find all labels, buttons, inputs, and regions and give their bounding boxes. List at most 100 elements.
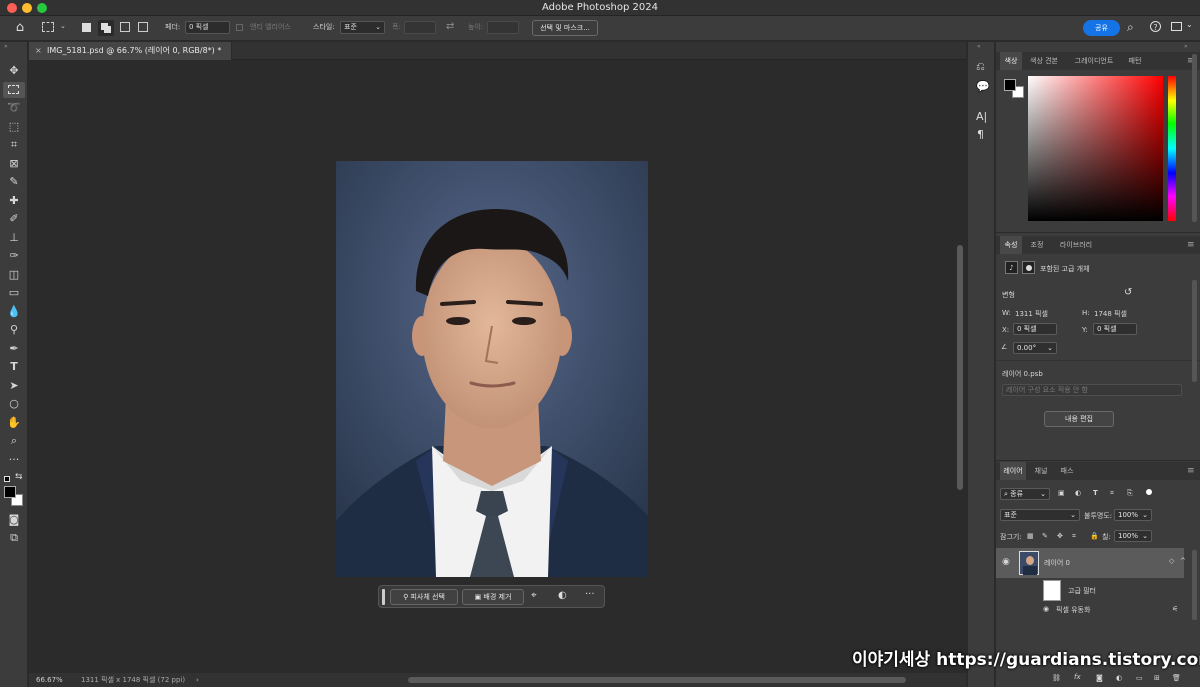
screen-mode-icon[interactable]: ⧉ [3, 530, 25, 546]
link-layers-icon[interactable]: ⛓ [1052, 674, 1061, 682]
close-tab-icon[interactable]: × [35, 42, 42, 60]
hue-slider[interactable] [1168, 76, 1176, 221]
new-adjustment-icon[interactable]: ◐ [1116, 674, 1122, 682]
x-input[interactable]: 0 픽셀 [1013, 323, 1057, 335]
home-icon[interactable]: ⌂ [12, 20, 28, 36]
blend-mode-select[interactable]: 표준 ⌄ [1000, 509, 1080, 521]
remove-background-button[interactable]: ▣ 배경 제거 [462, 589, 524, 605]
chevron-down-icon[interactable]: ⌄ [60, 22, 66, 30]
color-panel-scrollbar[interactable] [1192, 54, 1197, 222]
intersect-selection-icon[interactable] [138, 22, 148, 32]
color-field[interactable] [1028, 76, 1163, 221]
foreground-color-swatch[interactable] [4, 486, 16, 498]
lasso-tool-icon[interactable]: ➰ [3, 100, 25, 116]
quick-mask-icon[interactable]: ◙ [3, 512, 25, 528]
new-group-icon[interactable]: ▭ [1136, 674, 1143, 682]
workspace-icon[interactable] [1171, 22, 1182, 31]
filter-eye-icon[interactable]: ◉ [1043, 605, 1049, 613]
filter-kind-select[interactable]: ⌕ 종류 ⌄ [1000, 488, 1050, 500]
tab-gradients[interactable]: 그레이디언트 [1068, 52, 1120, 70]
select-and-mask-button[interactable]: 선택 및 마스크... [532, 20, 598, 36]
layer-comp-select[interactable]: 레이어 구성 요소 적용 안 함 [1002, 384, 1182, 396]
lock-pixels-icon[interactable]: ✎ [1042, 532, 1048, 540]
gradient-tool-icon[interactable]: ▭ [3, 285, 25, 301]
opacity-input[interactable]: 100% ⌄ [1114, 509, 1152, 521]
path-select-tool-icon[interactable]: ➤ [3, 378, 25, 394]
filter-toggle-icon[interactable] [1146, 489, 1152, 495]
collapse-icon[interactable]: » [4, 43, 8, 50]
layers-scrollbar[interactable] [1192, 550, 1197, 620]
lock-artboard-icon[interactable]: ⌗ [1072, 532, 1076, 541]
document-image[interactable] [336, 161, 648, 577]
lock-position-icon[interactable]: ✥ [1057, 532, 1063, 540]
adjustment-filter-icon[interactable]: ◐ [1075, 489, 1081, 497]
lock-all-icon[interactable]: 🔒 [1090, 532, 1099, 540]
tab-channels[interactable]: 채널 [1030, 462, 1052, 480]
dodge-tool-icon[interactable]: ⚲ [3, 322, 25, 338]
new-layer-icon[interactable]: ⊞ [1154, 674, 1160, 682]
help-icon[interactable]: ? [1150, 21, 1161, 32]
eraser-tool-icon[interactable]: ◫ [3, 267, 25, 283]
panel-menu-icon[interactable]: ≡ [1187, 466, 1195, 476]
layer-row[interactable]: ◉ 레이어 0 ◇ ^ [996, 548, 1186, 578]
adjustment-icon[interactable]: ◐ [558, 590, 567, 601]
marquee-tool-icon[interactable] [3, 82, 25, 98]
angle-input[interactable]: 0.00° ⌄ [1013, 342, 1057, 354]
more-tools-icon[interactable]: ··· [3, 452, 25, 468]
swap-icon[interactable]: ⇄ [446, 21, 454, 32]
clone-stamp-tool-icon[interactable]: ⊥ [3, 230, 25, 246]
vertical-scrollbar[interactable] [957, 245, 963, 490]
antialias-checkbox[interactable] [236, 24, 243, 31]
lock-transparency-icon[interactable]: ▦ [1027, 532, 1034, 540]
paragraph-icon[interactable]: ¶ [977, 128, 984, 141]
chevron-right-icon[interactable]: › [196, 673, 199, 687]
filter-options-icon[interactable]: ⚟ [1172, 605, 1178, 613]
transform-icon[interactable]: ⌖ [531, 590, 537, 601]
select-subject-button[interactable]: ⚲ 피사체 선택 [390, 589, 458, 605]
blur-tool-icon[interactable]: 💧 [3, 304, 25, 320]
search-icon[interactable]: ⌕ [1127, 20, 1134, 35]
zoom-level[interactable]: 66.67% [36, 673, 63, 687]
chevron-down-icon[interactable]: ⌄ [1186, 20, 1193, 29]
height-input[interactable] [487, 21, 519, 34]
visibility-eye-icon[interactable]: ◉ [1002, 557, 1010, 567]
fg-color-swatch[interactable] [1004, 79, 1016, 91]
type-filter-icon[interactable]: T [1093, 489, 1098, 497]
shape-tool-icon[interactable]: ○ [3, 396, 25, 412]
more-options-icon[interactable]: ··· [585, 589, 595, 600]
zoom-tool-icon[interactable]: ⌕ [3, 433, 25, 449]
move-tool-icon[interactable]: ✥ [3, 63, 25, 79]
crop-tool-icon[interactable]: ⌗ [3, 137, 25, 153]
object-select-tool-icon[interactable]: ⬚ [3, 119, 25, 135]
edit-contents-button[interactable]: 내용 편집 [1044, 411, 1114, 427]
tab-libraries[interactable]: 라이브러리 [1054, 236, 1098, 254]
history-brush-tool-icon[interactable]: ✑ [3, 248, 25, 264]
drag-handle[interactable] [382, 589, 385, 605]
horizontal-scrollbar[interactable] [408, 677, 906, 683]
expand-icon[interactable]: « [977, 43, 981, 50]
y-input[interactable]: 0 픽셀 [1093, 323, 1137, 335]
add-selection-button[interactable] [98, 20, 114, 36]
feather-input[interactable]: 0 픽셀 [185, 21, 230, 34]
default-colors-icon[interactable] [4, 476, 10, 482]
filter-mask-thumbnail[interactable] [1043, 580, 1061, 601]
tab-adjustments[interactable]: 조정 [1026, 236, 1048, 254]
add-mask-icon[interactable]: ◙ [1096, 674, 1103, 682]
fx-icon[interactable]: fx [1074, 673, 1081, 681]
subtract-selection-icon[interactable] [120, 22, 130, 32]
tab-color[interactable]: 색상 [1000, 52, 1022, 70]
comment-icon[interactable]: 💬 [976, 80, 990, 93]
brush-tool-icon[interactable]: ✐ [3, 211, 25, 227]
eyedropper-tool-icon[interactable]: ✎ [3, 174, 25, 190]
tab-patterns[interactable]: 패턴 [1124, 52, 1146, 70]
mask-icon[interactable] [1022, 261, 1035, 274]
document-tab[interactable]: × IMG_5181.psd @ 66.7% (레이어 0, RGB/8*) * [29, 42, 232, 60]
share-button[interactable]: 공유 [1083, 20, 1120, 36]
healing-brush-tool-icon[interactable]: ✚ [3, 193, 25, 209]
properties-scrollbar[interactable] [1192, 280, 1197, 382]
fill-input[interactable]: 100% ⌄ [1114, 530, 1152, 542]
reset-transform-icon[interactable]: ↺ [1124, 287, 1132, 298]
frame-tool-icon[interactable]: ⊠ [3, 156, 25, 172]
smart-filter-icon[interactable]: ⎘ [1127, 489, 1133, 498]
panel-menu-icon[interactable]: ≡ [1187, 240, 1195, 250]
